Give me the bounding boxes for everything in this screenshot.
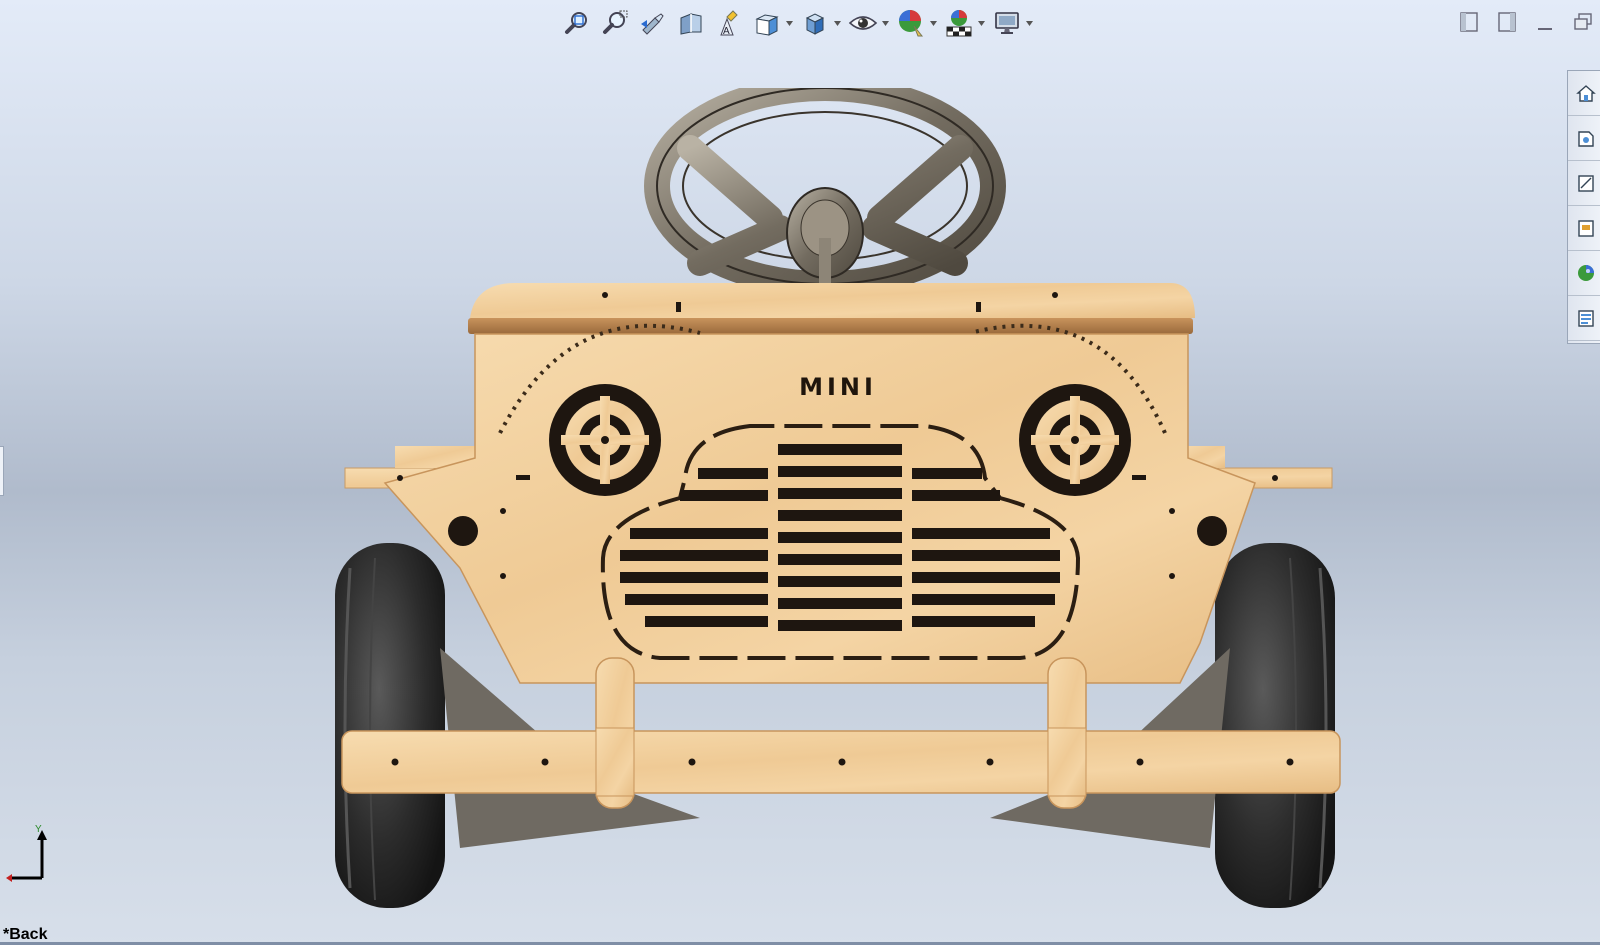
tile-left-button[interactable] xyxy=(1452,10,1486,34)
reference-triad: Y xyxy=(6,824,47,882)
chevron-down-icon xyxy=(833,20,841,26)
left-headlight xyxy=(549,384,661,496)
view-settings-icon xyxy=(995,12,1019,34)
heads-up-view-toolbar: A xyxy=(560,6,1034,40)
right-front-tire[interactable] xyxy=(1215,543,1335,908)
chevron-down-icon xyxy=(977,20,985,26)
mini-badge: MINI xyxy=(799,373,877,401)
design-library-icon xyxy=(1578,131,1594,147)
appearances-icon xyxy=(1578,265,1594,281)
right-headlight xyxy=(1019,384,1131,496)
dynamic-annotation-views-button[interactable]: A xyxy=(712,7,746,39)
front-panel[interactable]: MINI xyxy=(383,292,1278,684)
task-pane-appearances-tab[interactable] xyxy=(1568,251,1600,296)
task-pane-custom-properties-tab[interactable] xyxy=(1568,296,1600,341)
zoom-to-area-button[interactable] xyxy=(598,7,632,39)
task-pane-home-tab[interactable] xyxy=(1568,71,1600,116)
previous-view-icon xyxy=(641,13,664,35)
zoom-to-fit-button[interactable] xyxy=(560,7,594,39)
tile-left-icon xyxy=(1460,12,1478,32)
chevron-down-icon xyxy=(1025,20,1033,26)
restore-button[interactable] xyxy=(1566,10,1600,34)
hide-show-items-icon xyxy=(848,16,878,30)
previous-view-button[interactable] xyxy=(636,7,670,39)
feature-manager-collapse-handle[interactable] xyxy=(0,446,4,496)
svg-text:A: A xyxy=(723,26,730,37)
steering-wheel[interactable] xyxy=(644,88,1006,297)
view-orientation-dropdown[interactable] xyxy=(750,7,794,39)
display-style-dropdown[interactable] xyxy=(798,7,842,39)
home-icon xyxy=(1576,85,1596,102)
chevron-down-icon xyxy=(881,20,889,26)
car-model-view[interactable]: MINI xyxy=(330,88,1360,928)
restore-icon xyxy=(1574,13,1592,30)
view-palette-icon xyxy=(1578,220,1594,237)
task-pane-design-library-tab[interactable] xyxy=(1568,116,1600,161)
section-view-icon xyxy=(680,13,702,35)
view-orientation-icon xyxy=(755,14,779,36)
zoom-to-fit-icon xyxy=(565,12,587,34)
file-explorer-icon xyxy=(1578,175,1594,192)
task-pane xyxy=(1567,70,1600,344)
task-pane-file-explorer-tab[interactable] xyxy=(1568,161,1600,206)
chevron-down-icon xyxy=(785,20,793,26)
apply-scene-dropdown[interactable] xyxy=(942,7,986,39)
dynamic-annotation-views-icon: A xyxy=(720,10,738,37)
minimize-button[interactable] xyxy=(1528,10,1562,34)
tile-right-icon xyxy=(1498,12,1516,32)
section-view-button[interactable] xyxy=(674,7,708,39)
zoom-to-area-icon xyxy=(603,10,628,34)
edit-appearance-icon xyxy=(899,10,924,37)
minimize-icon xyxy=(1538,28,1552,30)
apply-scene-icon xyxy=(946,10,972,37)
task-pane-view-palette-tab[interactable] xyxy=(1568,206,1600,251)
chevron-down-icon xyxy=(929,20,937,26)
tile-right-button[interactable] xyxy=(1490,10,1524,34)
document-window-controls xyxy=(1452,10,1600,34)
custom-properties-icon xyxy=(1578,310,1594,327)
view-settings-dropdown[interactable] xyxy=(990,7,1034,39)
edit-appearance-dropdown[interactable] xyxy=(894,7,938,39)
display-style-icon xyxy=(805,13,825,35)
hide-show-items-dropdown[interactable] xyxy=(846,7,890,39)
left-front-tire[interactable] xyxy=(335,543,445,908)
